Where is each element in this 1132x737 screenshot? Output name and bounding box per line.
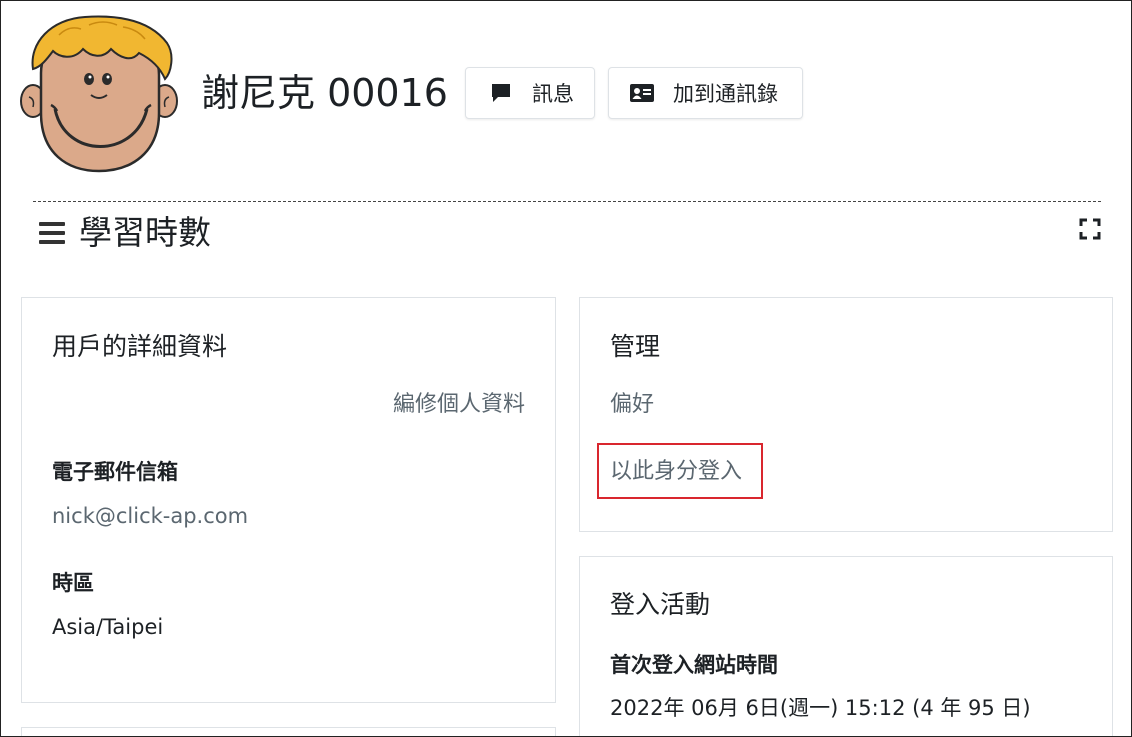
email-label: 電子郵件信箱 bbox=[52, 460, 178, 484]
message-button-label: 訊息 bbox=[532, 82, 574, 106]
block-header: 學習時數 bbox=[39, 209, 211, 257]
user-name: 謝尼克 00016 bbox=[201, 71, 448, 115]
divider bbox=[33, 201, 1101, 202]
block-title: 學習時數 bbox=[79, 213, 211, 252]
user-details-title: 用戶的詳細資料 bbox=[52, 332, 228, 361]
avatar[interactable] bbox=[19, 13, 179, 173]
add-contact-button[interactable]: 加到通訊錄 bbox=[608, 67, 803, 119]
login-as-highlight bbox=[597, 443, 763, 499]
timezone-label: 時區 bbox=[52, 571, 94, 595]
fullscreen-icon[interactable] bbox=[1079, 218, 1101, 240]
user-details-card: 用戶的詳細資料 編修個人資料 電子郵件信箱 nick@click-ap.com … bbox=[21, 297, 556, 703]
edit-profile-link[interactable]: 編修個人資料 bbox=[393, 390, 525, 420]
add-contact-button-label: 加到通訊錄 bbox=[673, 82, 778, 106]
page-frame: 謝尼克 00016 訊息 加到通訊錄 學習時數 用戶的詳細資料 編修個人資料 電… bbox=[0, 0, 1132, 737]
hamburger-icon[interactable] bbox=[39, 222, 65, 244]
email-value[interactable]: nick@click-ap.com bbox=[52, 501, 248, 531]
message-button[interactable]: 訊息 bbox=[465, 67, 595, 119]
administration-title: 管理 bbox=[610, 332, 661, 361]
speech-bubble-icon bbox=[488, 80, 514, 106]
first-access-value: 2022年 06月 6日(週一) 15:12 (4 年 95 日) bbox=[610, 696, 1031, 720]
preferences-link[interactable]: 偏好 bbox=[610, 390, 654, 420]
first-access-label: 首次登入網站時間 bbox=[610, 653, 778, 677]
next-card bbox=[21, 727, 556, 736]
login-activity-title: 登入活動 bbox=[610, 590, 711, 619]
timezone-value: Asia/Taipei bbox=[52, 615, 164, 639]
login-activity-card: 登入活動 首次登入網站時間 2022年 06月 6日(週一) 15:12 (4 … bbox=[579, 556, 1113, 736]
address-card-icon bbox=[629, 80, 655, 106]
